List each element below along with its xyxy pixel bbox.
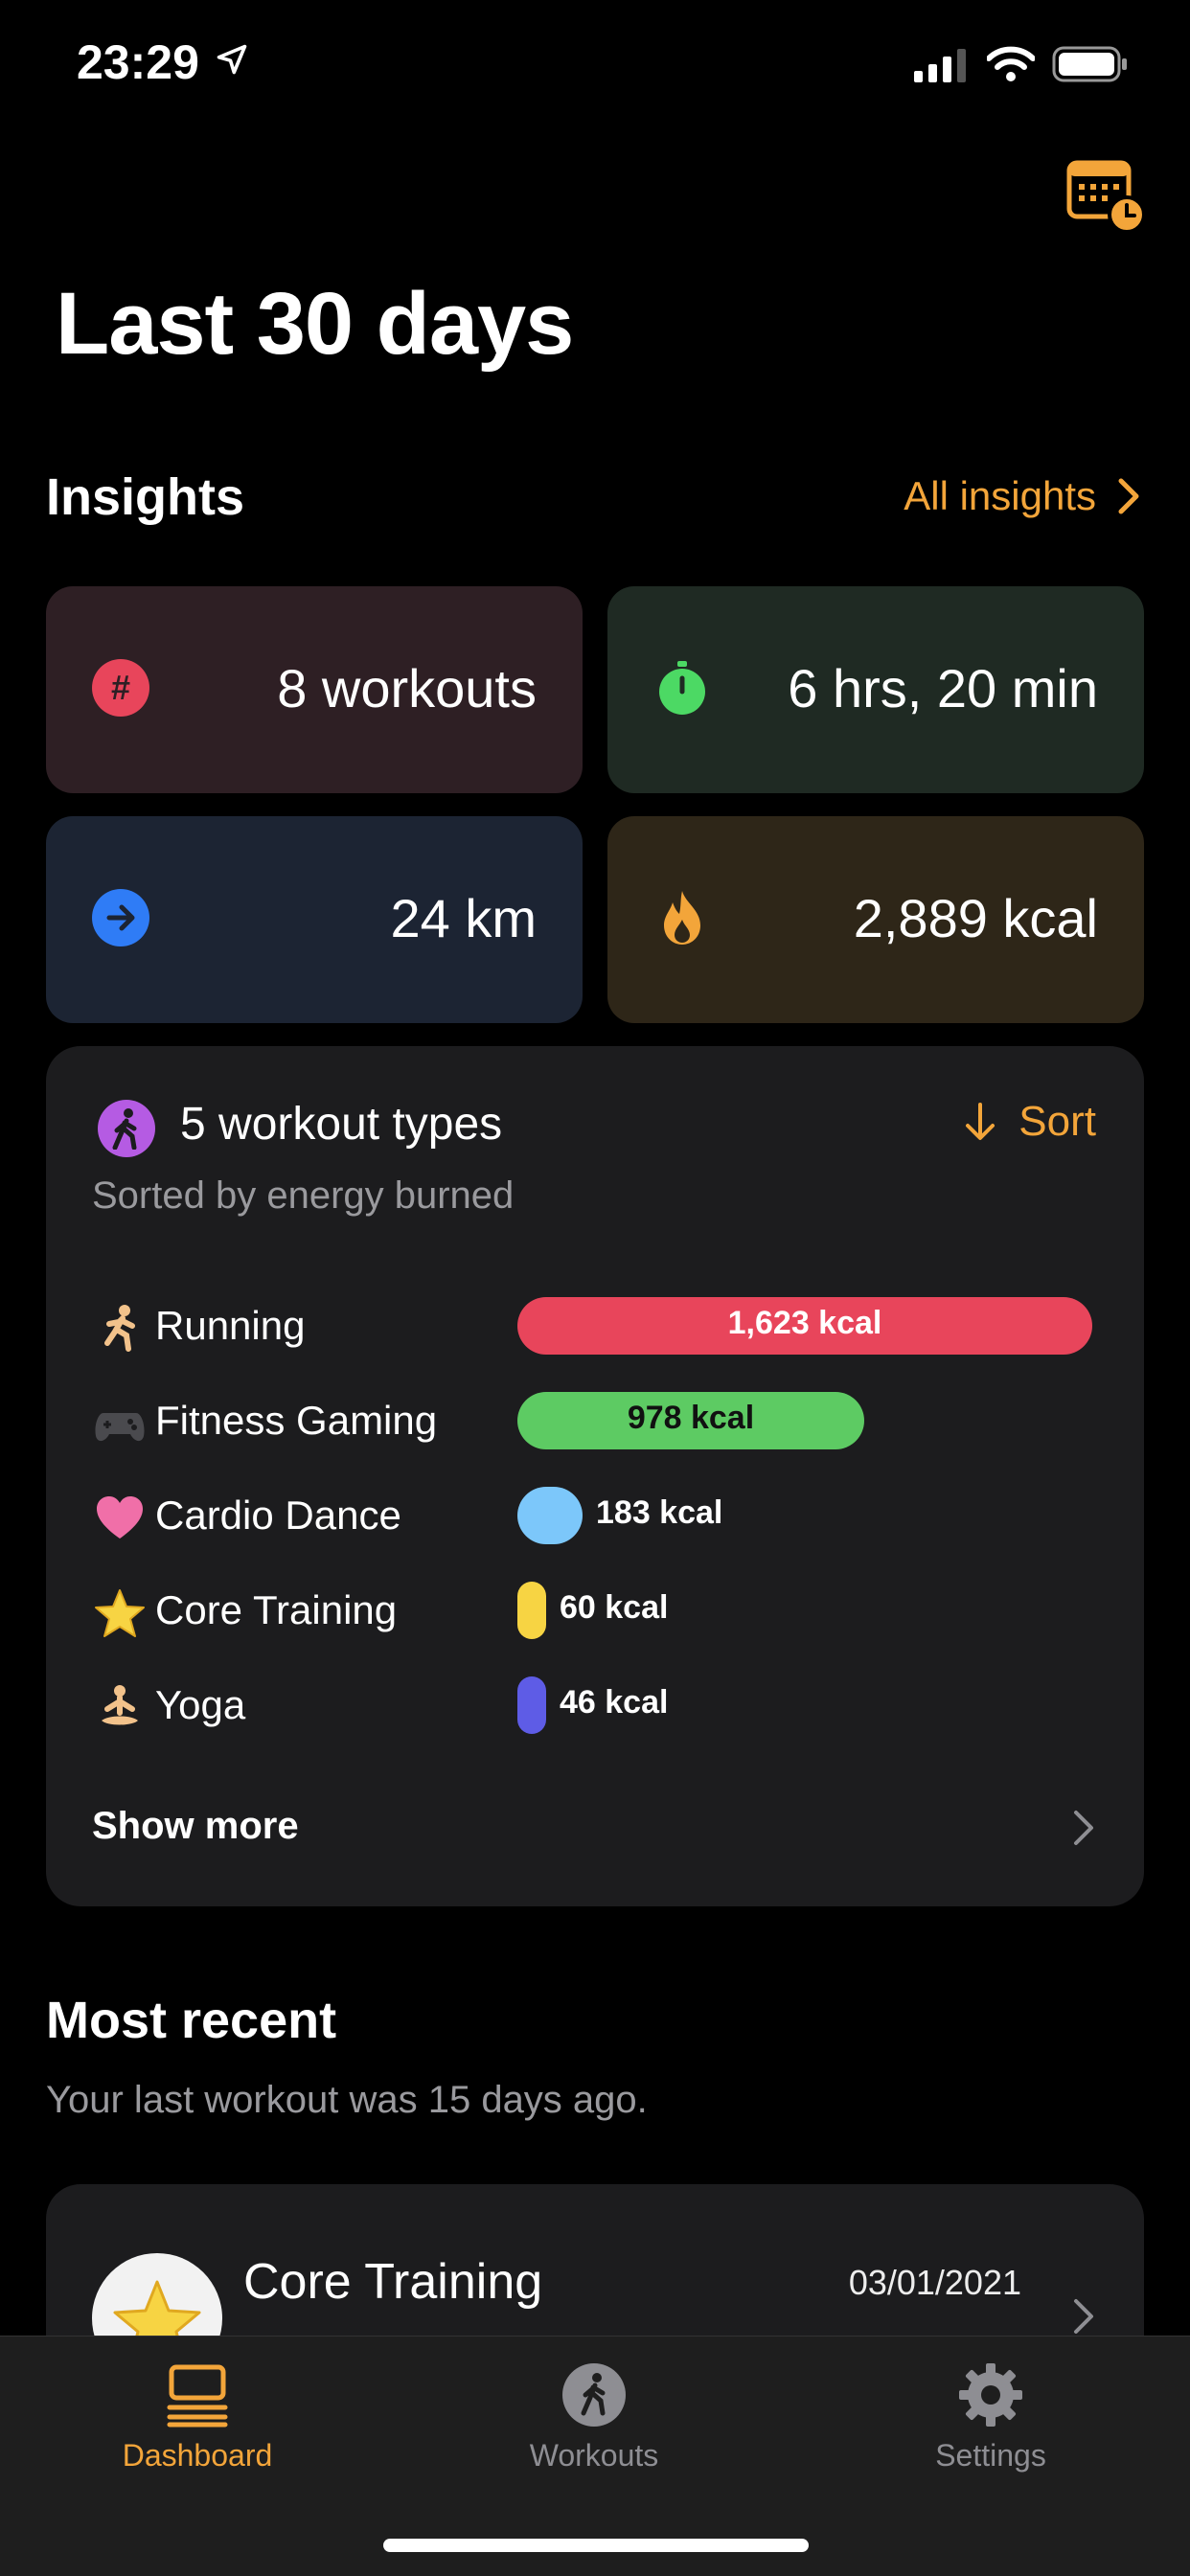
show-more-button[interactable]: Show more bbox=[92, 1805, 299, 1848]
recent-workout-name: Core Training bbox=[243, 2254, 543, 2310]
workout-types-card: 5 workout types Sort Sorted by energy bu… bbox=[46, 1046, 1144, 1906]
tab-dashboard-label: Dashboard bbox=[122, 2438, 273, 2473]
workout-type-row[interactable]: Core Training 60 kcal bbox=[92, 1578, 1098, 1645]
tab-workouts-label: Workouts bbox=[529, 2438, 659, 2473]
duration-value: 6 hrs, 20 min bbox=[788, 658, 1098, 718]
workout-type-row[interactable]: Running 1,623 kcal bbox=[92, 1293, 1098, 1360]
workout-type-name: Cardio Dance bbox=[155, 1493, 401, 1538]
tab-settings-label: Settings bbox=[935, 2438, 1046, 2473]
recent-workout-date: 03/01/2021 bbox=[848, 2263, 1021, 2302]
all-insights-link[interactable]: All insights bbox=[904, 473, 1142, 519]
heart-icon bbox=[94, 1493, 146, 1544]
distance-value: 24 km bbox=[390, 888, 538, 948]
workouts-count-tile[interactable]: # 8 workouts bbox=[46, 586, 583, 793]
all-insights-label: All insights bbox=[904, 473, 1096, 518]
hashtag-icon: # bbox=[92, 659, 149, 717]
energy-bar-label: 60 kcal bbox=[560, 1589, 669, 1626]
energy-value: 2,889 kcal bbox=[853, 888, 1098, 948]
workout-type-name: Fitness Gaming bbox=[155, 1398, 438, 1443]
insights-title: Insights bbox=[46, 468, 245, 526]
energy-bar-label: 183 kcal bbox=[596, 1494, 723, 1531]
workout-type-row[interactable]: Fitness Gaming 978 kcal bbox=[92, 1388, 1098, 1455]
tab-dashboard[interactable]: Dashboard bbox=[54, 2361, 341, 2473]
chevron-right-icon bbox=[1074, 2299, 1093, 2334]
distance-tile[interactable]: 24 km bbox=[46, 816, 583, 1023]
arrow-down-icon bbox=[966, 1103, 995, 1140]
workout-type-name: Yoga bbox=[155, 1682, 246, 1727]
energy-bar-label: 1,623 kcal bbox=[727, 1305, 882, 1341]
energy-bar-label: 46 kcal bbox=[560, 1684, 669, 1721]
chevron-right-icon bbox=[1074, 1811, 1093, 1845]
energy-bar-label: 978 kcal bbox=[627, 1400, 755, 1436]
workout-types-subtitle: Sorted by energy burned bbox=[92, 1174, 515, 1217]
home-indicator[interactable] bbox=[383, 2539, 809, 2552]
cellular-signal-icon bbox=[914, 49, 966, 82]
most-recent-subtitle: Your last workout was 15 days ago. bbox=[46, 2079, 648, 2121]
tab-settings[interactable]: Settings bbox=[847, 2361, 1134, 2473]
energy-bar bbox=[517, 1676, 546, 1734]
workout-type-row[interactable]: Yoga 46 kcal bbox=[92, 1673, 1098, 1740]
dashboard-icon bbox=[167, 2364, 228, 2428]
yoga-icon bbox=[94, 1682, 146, 1734]
sort-label: Sort bbox=[1018, 1098, 1096, 1145]
workout-type-row[interactable]: Cardio Dance 183 kcal bbox=[92, 1483, 1098, 1550]
workouts-count-value: 8 workouts bbox=[277, 658, 537, 718]
energy-bar bbox=[517, 1487, 583, 1544]
duration-tile[interactable]: 6 hrs, 20 min bbox=[607, 586, 1144, 793]
tab-workouts[interactable]: Workouts bbox=[450, 2361, 738, 2473]
energy-bar bbox=[517, 1582, 546, 1639]
workout-type-name: Running bbox=[155, 1303, 306, 1348]
gear-icon bbox=[959, 2363, 1022, 2427]
calendar-clock-icon[interactable] bbox=[1065, 155, 1146, 236]
star-icon bbox=[94, 1587, 146, 1639]
flame-icon bbox=[653, 889, 711, 946]
chevron-right-icon bbox=[1118, 478, 1139, 514]
page-title: Last 30 days bbox=[56, 275, 574, 373]
arrow-right-icon bbox=[92, 889, 149, 946]
most-recent-title: Most recent bbox=[46, 1992, 337, 2049]
energy-tile[interactable]: 2,889 kcal bbox=[607, 816, 1144, 1023]
stopwatch-icon bbox=[653, 659, 711, 717]
walking-figure-icon bbox=[562, 2363, 626, 2427]
runner-icon bbox=[94, 1303, 146, 1355]
sort-button[interactable]: Sort bbox=[963, 1098, 1096, 1146]
battery-icon bbox=[1052, 46, 1127, 82]
game-controller-icon bbox=[94, 1398, 146, 1449]
wifi-icon bbox=[987, 46, 1035, 81]
workout-types-title: 5 workout types bbox=[180, 1099, 503, 1150]
status-time: 23:29 bbox=[77, 35, 199, 89]
walking-figure-icon bbox=[98, 1100, 155, 1157]
location-arrow-icon bbox=[217, 44, 247, 75]
workout-type-name: Core Training bbox=[155, 1587, 398, 1632]
